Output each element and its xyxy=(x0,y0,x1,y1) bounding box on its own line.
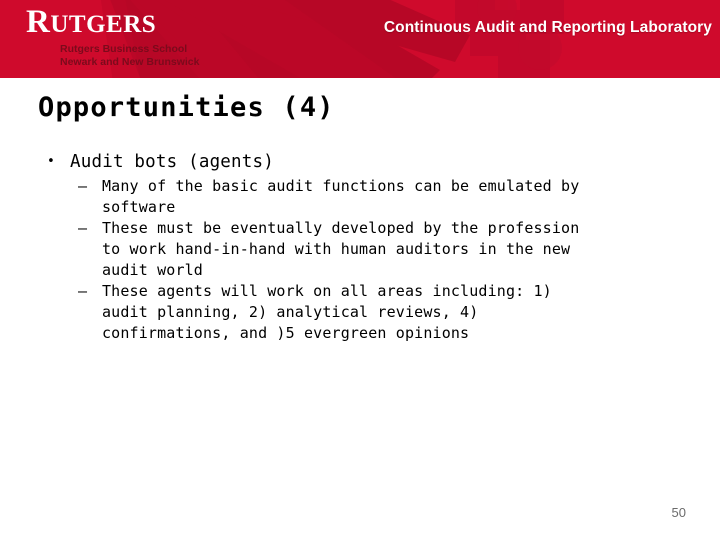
sub-bullet-list: – Many of the basic audit functions can … xyxy=(44,176,694,344)
page-number: 50 xyxy=(671,505,686,520)
sub-bullet-2-line-3: audit world xyxy=(102,261,203,279)
dash-marker-icon: – xyxy=(78,219,88,237)
sub-bullet-1-line-1: Many of the basic audit functions can be… xyxy=(102,177,580,195)
header-banner: RUTGERS Rutgers Business School Newark a… xyxy=(0,0,720,78)
sub-bullet-3: – These agents will work on all areas in… xyxy=(44,281,694,344)
dash-marker-icon: – xyxy=(78,177,88,195)
sub-bullet-1: – Many of the basic audit functions can … xyxy=(44,176,694,218)
sub-bullet-1-line-2: software xyxy=(102,198,176,216)
bullet-level-1: • Audit bots (agents) xyxy=(44,150,694,174)
sub-bullet-3-line-1: These agents will work on all areas incl… xyxy=(102,282,552,300)
sub-bullet-3-line-3: confirmations, and )5 evergreen opinions xyxy=(102,324,470,342)
sub-bullet-2: – These must be eventually developed by … xyxy=(44,218,694,281)
logo-subtitle-line-1: Rutgers Business School xyxy=(60,43,188,55)
wordmark-initial: R xyxy=(26,4,51,40)
bullet-marker-icon: • xyxy=(47,154,56,169)
header-title: Continuous Audit and Reporting Laborator… xyxy=(383,19,712,36)
slide-content: • Audit bots (agents) – Many of the basi… xyxy=(44,150,694,344)
bullet-level-1-text: Audit bots (agents) xyxy=(70,152,274,172)
wordmark-remainder: UTGERS xyxy=(50,11,157,38)
sub-bullet-2-line-2: to work hand-in-hand with human auditors… xyxy=(102,240,571,258)
logo-subtitle-line-2: Newark and New Brunswick xyxy=(60,56,200,68)
dash-marker-icon: – xyxy=(78,282,88,300)
logo-subtitle: Rutgers Business School Newark and New B… xyxy=(60,43,326,69)
sub-bullet-3-line-2: audit planning, 2) analytical reviews, 4… xyxy=(102,303,479,321)
slide: RUTGERS Rutgers Business School Newark a… xyxy=(0,0,720,540)
rutgers-wordmark: RUTGERS xyxy=(26,6,326,39)
sub-bullet-2-line-1: These must be eventually developed by th… xyxy=(102,219,580,237)
rutgers-logo: RUTGERS Rutgers Business School Newark a… xyxy=(26,6,326,69)
page-title: Opportunities (4) xyxy=(38,92,335,123)
